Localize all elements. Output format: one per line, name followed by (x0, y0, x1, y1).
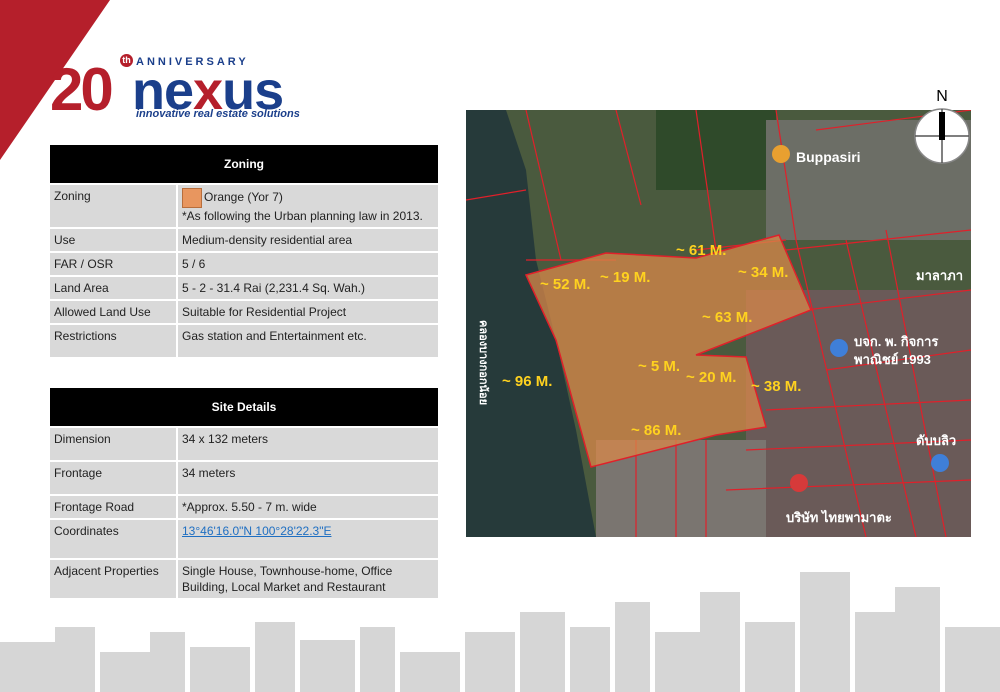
zoning-note: *As following the Urban planning law in … (182, 209, 423, 223)
compass-label: N (936, 88, 948, 105)
map-thai-label: ดับบลิว (916, 433, 956, 448)
row-value: 5 / 6 (178, 253, 438, 275)
dimension-label: ~ 34 M. (738, 264, 788, 281)
dimension-label: ~ 5 M. (638, 358, 680, 375)
orange-zone-swatch (182, 188, 202, 208)
table-row: Restrictions Gas station and Entertainmen… (50, 325, 438, 357)
map-canal-label: คลองบางกอกน้อย (477, 320, 490, 405)
north-compass-icon: N (912, 88, 972, 168)
nexus-logo: 20 th ANNIVERSARY nexus innovative real … (50, 50, 320, 125)
row-key: Frontage Road (50, 496, 178, 518)
compass-rose-icon (914, 108, 970, 164)
dimension-label: ~ 86 M. (631, 422, 681, 439)
row-value: 5 - 2 - 31.4 Rai (2,231.4 Sq. Wah.) (178, 277, 438, 299)
logo-tagline: innovative real estate solutions (136, 108, 300, 120)
row-key: Allowed Land Use (50, 301, 178, 323)
row-key: Zoning (50, 185, 178, 227)
row-key: Restrictions (50, 325, 178, 357)
table-row: Land Area 5 - 2 - 31.4 Rai (2,231.4 Sq. W… (50, 277, 438, 299)
row-key: Dimension (50, 428, 178, 460)
table-row: FAR / OSR 5 / 6 (50, 253, 438, 275)
dimension-label: ~ 20 M. (686, 369, 736, 386)
table-row: Use Medium-density residential area (50, 229, 438, 251)
dimension-label: ~ 61 M. (676, 242, 726, 259)
map-thai-label: บจก. พ. กิจการ (854, 334, 938, 349)
site-details-header: Site Details (50, 388, 438, 426)
row-value: Gas station and Entertainment etc. (178, 325, 438, 357)
city-skyline-background (0, 572, 1000, 692)
dimension-label: ~ 63 M. (702, 309, 752, 326)
row-value: *Approx. 5.50 - 7 m. wide (178, 496, 438, 518)
logo-anniversary-number: 20 (50, 56, 114, 123)
map-poi-label: Buppasiri (796, 149, 861, 165)
site-map: Buppasiri บจก. พ. กิจการ พาณิชย์ 1993 มา… (466, 110, 971, 537)
row-key: Land Area (50, 277, 178, 299)
row-value: Suitable for Residential Project (178, 301, 438, 323)
row-key: Use (50, 229, 178, 251)
table-row: Frontage 34 meters (50, 462, 438, 494)
dimension-label: ~ 52 M. (540, 276, 590, 293)
map-thai-label: มาลาภา (916, 268, 963, 283)
row-key: FAR / OSR (50, 253, 178, 275)
row-value: Orange (Yor 7) *As following the Urban pl… (178, 185, 438, 227)
table-row: Frontage Road *Approx. 5.50 - 7 m. wide (50, 496, 438, 518)
satellite-map-image: Buppasiri บจก. พ. กิจการ พาณิชย์ 1993 มา… (466, 110, 971, 537)
row-value: 34 x 132 meters (178, 428, 438, 460)
zoning-value: Orange (Yor 7) (204, 190, 283, 205)
table-row: Zoning Orange (Yor 7) *As following the U… (50, 185, 438, 227)
row-value: 34 meters (178, 462, 438, 494)
dimension-label: ~ 19 M. (600, 269, 650, 286)
table-row: Allowed Land Use Suitable for Residential… (50, 301, 438, 323)
map-thai-label: พาณิชย์ 1993 (854, 352, 931, 367)
map-thai-label: บริษัท ไทยพามาตะ (786, 509, 892, 525)
zoning-table: Zoning Zoning Orange (Yor 7) *As followin… (50, 143, 438, 359)
zoning-header: Zoning (50, 145, 438, 183)
dimension-label: ~ 38 M. (751, 378, 801, 395)
row-key: Frontage (50, 462, 178, 494)
table-row: Dimension 34 x 132 meters (50, 428, 438, 460)
dimension-label: ~ 96 M. (502, 373, 552, 390)
row-value: Medium-density residential area (178, 229, 438, 251)
